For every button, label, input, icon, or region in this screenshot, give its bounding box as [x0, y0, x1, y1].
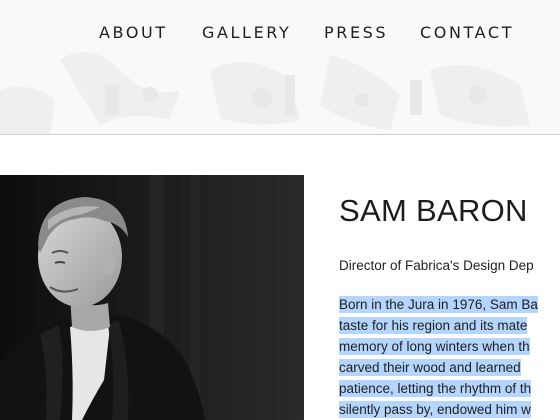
bio-line: patience, letting the rhythm of th [339, 380, 532, 397]
profile-name: SAM BARON [339, 193, 528, 228]
bio-line: Born in the Jura in 1976, Sam Ba [339, 296, 538, 313]
profile-bio: Born in the Jura in 1976, Sam Ba taste f… [339, 294, 560, 420]
bio-line: carved their wood and learned [339, 359, 521, 376]
bio-line: taste for his region and its mate [339, 317, 528, 334]
header-divider [0, 134, 560, 135]
bio-line: silently pass by, endowed him w [339, 401, 531, 418]
nav-link-press[interactable]: PRESS [324, 20, 388, 46]
profile-role: Director of Fabrica's Design Dep [339, 258, 534, 273]
portrait-illustration [0, 175, 304, 420]
portrait-photo [0, 175, 304, 420]
site-header: ABOUT GALLERY PRESS CONTACT [0, 0, 560, 135]
main-nav: ABOUT GALLERY PRESS CONTACT [0, 20, 560, 46]
nav-link-about[interactable]: ABOUT [99, 20, 168, 46]
nav-link-gallery[interactable]: GALLERY [202, 20, 291, 46]
nav-link-contact[interactable]: CONTACT [420, 20, 514, 46]
bio-line: memory of long winters when th [339, 338, 530, 355]
